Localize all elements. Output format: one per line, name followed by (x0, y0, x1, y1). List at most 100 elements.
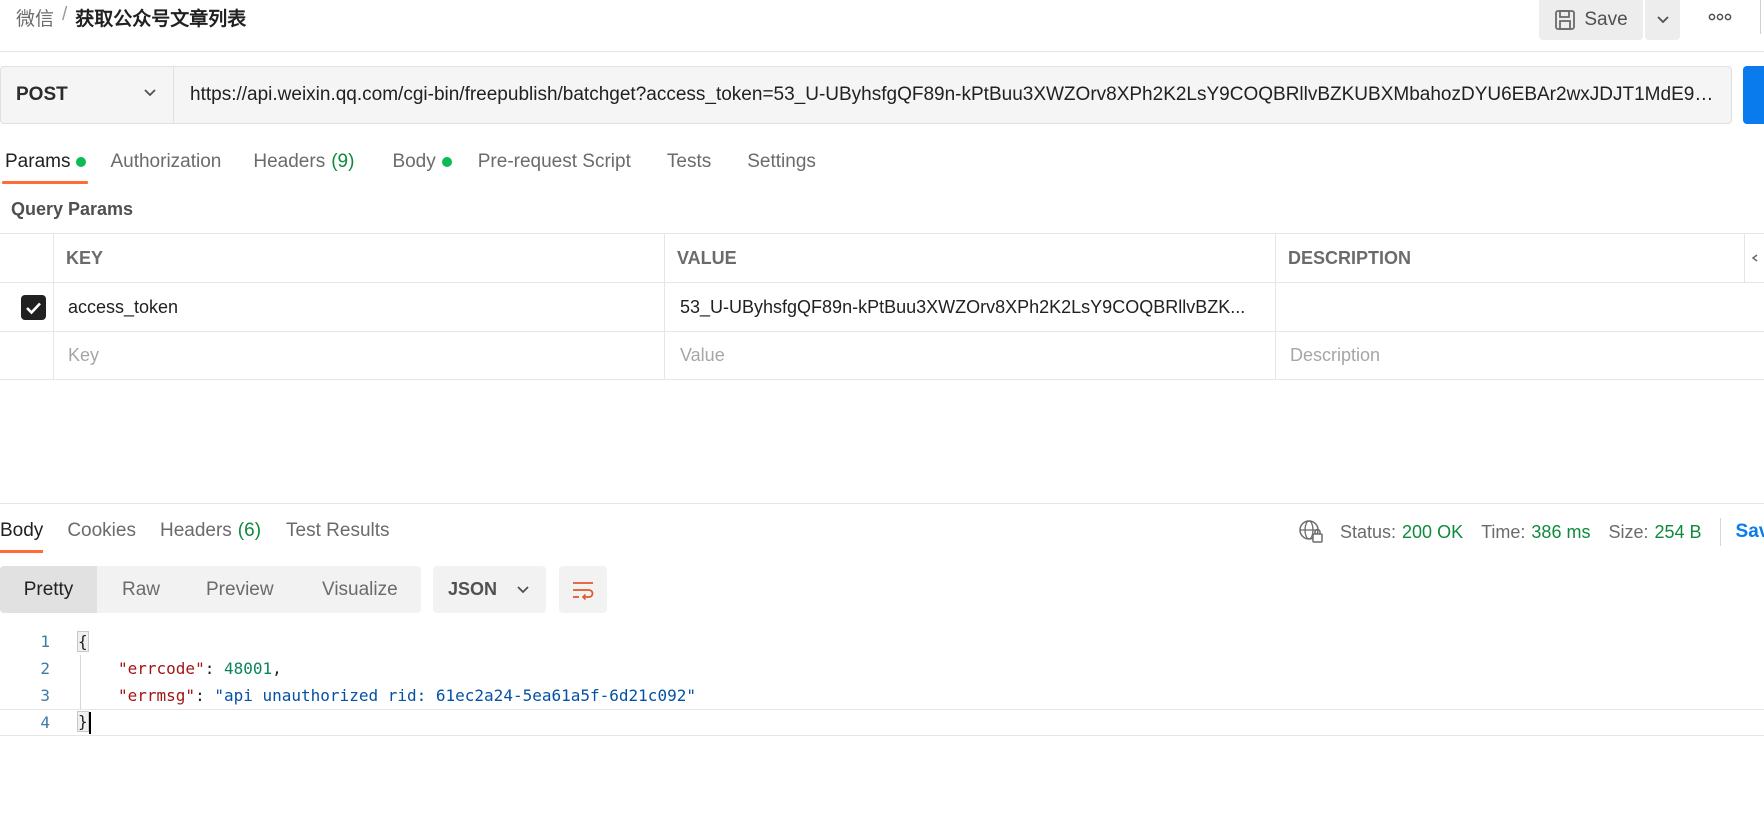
json-key: "errcode" (118, 659, 205, 678)
size-value[interactable]: 254 B (1654, 522, 1701, 543)
save-icon (1555, 10, 1576, 30)
status-dot-icon (441, 157, 452, 167)
tab-label: Headers (159, 520, 232, 541)
ellipsis-icon (1708, 13, 1732, 21)
view-visualize[interactable]: Visualize (322, 566, 398, 613)
tab-label: Params (5, 151, 71, 172)
status-value[interactable]: 200 OK (1402, 522, 1463, 543)
method-select[interactable]: POST (0, 66, 174, 124)
tab-label: Body (0, 520, 44, 541)
status-dot-icon (76, 157, 87, 167)
time-label: Time: (1481, 521, 1526, 542)
url-text: https://api.weixin.qq.com/cgi-bin/freepu… (190, 84, 1720, 105)
table-header-row: KEY VALUE DESCRIPTION (0, 233, 1764, 282)
new-param-value[interactable]: Value (664, 332, 1275, 379)
tab-pre-request-script[interactable]: Pre-request Script (478, 146, 631, 178)
breadcrumb-separator: / (62, 4, 68, 25)
more-actions-button[interactable] (1700, 0, 1740, 34)
response-divider[interactable] (0, 503, 1764, 504)
chevron-down-icon (517, 586, 529, 594)
chevron-down-icon (1656, 16, 1669, 24)
text-cursor (88, 711, 91, 734)
tab-label: Cookies (67, 520, 136, 541)
param-key[interactable]: access_token (53, 283, 664, 331)
method-label: POST (16, 84, 68, 105)
checkmark-icon (26, 302, 41, 314)
response-tabs: Body Cookies Headers (6) Test Results (0, 515, 390, 547)
meta-divider (1719, 518, 1721, 546)
line-number: 4 (40, 713, 50, 732)
column-description: DESCRIPTION (1275, 234, 1744, 282)
save-button[interactable]: Save (1539, 0, 1643, 40)
network-globe-icon[interactable] (1298, 519, 1324, 545)
tab-count: (6) (237, 520, 262, 541)
json-key: "errmsg" (118, 686, 196, 705)
code-text: } (77, 711, 91, 734)
size-label: Size: (1608, 521, 1649, 542)
code-line: 1 { (0, 628, 1764, 655)
response-tab-body[interactable]: Body (0, 515, 43, 547)
tab-headers[interactable]: Headers (9) (253, 146, 354, 178)
line-number: 3 (40, 686, 50, 705)
code-text: "errmsg": "api unauthorized rid: 61ec2a2… (118, 686, 696, 705)
status-label: Status: (1340, 521, 1397, 542)
tab-authorization[interactable]: Authorization (110, 146, 221, 178)
time-value[interactable]: 386 ms (1531, 522, 1590, 543)
format-select[interactable]: JSON (433, 566, 546, 613)
response-tab-headers[interactable]: Headers (6) (160, 515, 261, 547)
tab-tests[interactable]: Tests (667, 146, 711, 178)
save-label: Save (1584, 9, 1628, 30)
response-tab-cookies[interactable]: Cookies (67, 515, 136, 547)
tab-label: Settings (747, 151, 816, 172)
response-meta: Status: 200 OK Time: 386 ms Size: 254 B … (1298, 518, 1764, 546)
line-number: 1 (40, 632, 50, 651)
url-input[interactable]: https://api.weixin.qq.com/cgi-bin/freepu… (173, 66, 1732, 124)
close-brace: } (77, 711, 89, 732)
json-number: 48001 (223, 659, 273, 678)
save-options-button[interactable] (1645, 0, 1680, 40)
view-pretty[interactable]: Pretty (0, 566, 97, 613)
code-text: "errcode": 48001, (118, 659, 282, 678)
param-enabled-checkbox[interactable] (21, 295, 46, 320)
request-header: 微信 / 获取公众号文章列表 Save (0, 0, 1764, 52)
param-value[interactable]: 53_U-UByhsfgQF89n-kPtBuu3XWZOrv8XPh2K2Ls… (664, 283, 1275, 331)
tab-params[interactable]: Params (5, 146, 87, 178)
tab-label: Test Results (286, 520, 390, 541)
active-response-tab-indicator (0, 550, 43, 553)
tab-count: (9) (331, 151, 355, 172)
param-description[interactable] (1275, 283, 1764, 331)
column-key: KEY (53, 234, 664, 282)
body-view-group: Pretty Raw Preview Visualize (0, 566, 421, 613)
table-row: access_token 53_U-UByhsfgQF89n-kPtBuu3XW… (0, 282, 1764, 331)
active-tab-indicator (2, 181, 88, 184)
query-params-title: Query Params (11, 199, 134, 219)
tab-body[interactable]: Body (392, 146, 452, 178)
chevron-down-icon (144, 89, 156, 97)
tab-settings[interactable]: Settings (747, 146, 816, 178)
code-line: 3 "errmsg": "api unauthorized rid: 61ec2… (0, 682, 1764, 709)
format-label: JSON (448, 579, 498, 599)
response-tab-test-results[interactable]: Test Results (286, 515, 389, 547)
column-resize-handle[interactable] (1744, 234, 1764, 282)
request-title[interactable]: 获取公众号文章列表 (75, 4, 246, 31)
breadcrumb: 微信 / 获取公众号文章列表 (16, 4, 246, 31)
view-raw[interactable]: Raw (122, 566, 160, 613)
tab-label: Body (392, 151, 436, 172)
request-tabs: Params Authorization Headers (9) Body Pr… (0, 146, 816, 186)
tab-label: Headers (253, 151, 326, 172)
tab-label: Tests (666, 151, 712, 172)
new-param-key[interactable]: Key (53, 332, 664, 379)
wrap-lines-button[interactable] (559, 566, 607, 613)
header-divider (1760, 0, 1761, 34)
save-response-button[interactable]: Save (1736, 521, 1764, 543)
code-line: 2 "errcode": 48001, (0, 655, 1764, 682)
view-preview[interactable]: Preview (206, 566, 274, 613)
breadcrumb-collection[interactable]: 微信 (16, 4, 54, 31)
column-value: VALUE (664, 234, 1275, 282)
send-button[interactable] (1743, 66, 1764, 124)
new-param-description[interactable]: Description (1275, 332, 1764, 379)
wrap-lines-icon (573, 581, 594, 600)
more-columns-icon (1751, 254, 1758, 262)
tab-label: Authorization (110, 151, 222, 172)
json-string: "api unauthorized rid: 61ec2a24-5ea61a5f… (214, 686, 696, 705)
